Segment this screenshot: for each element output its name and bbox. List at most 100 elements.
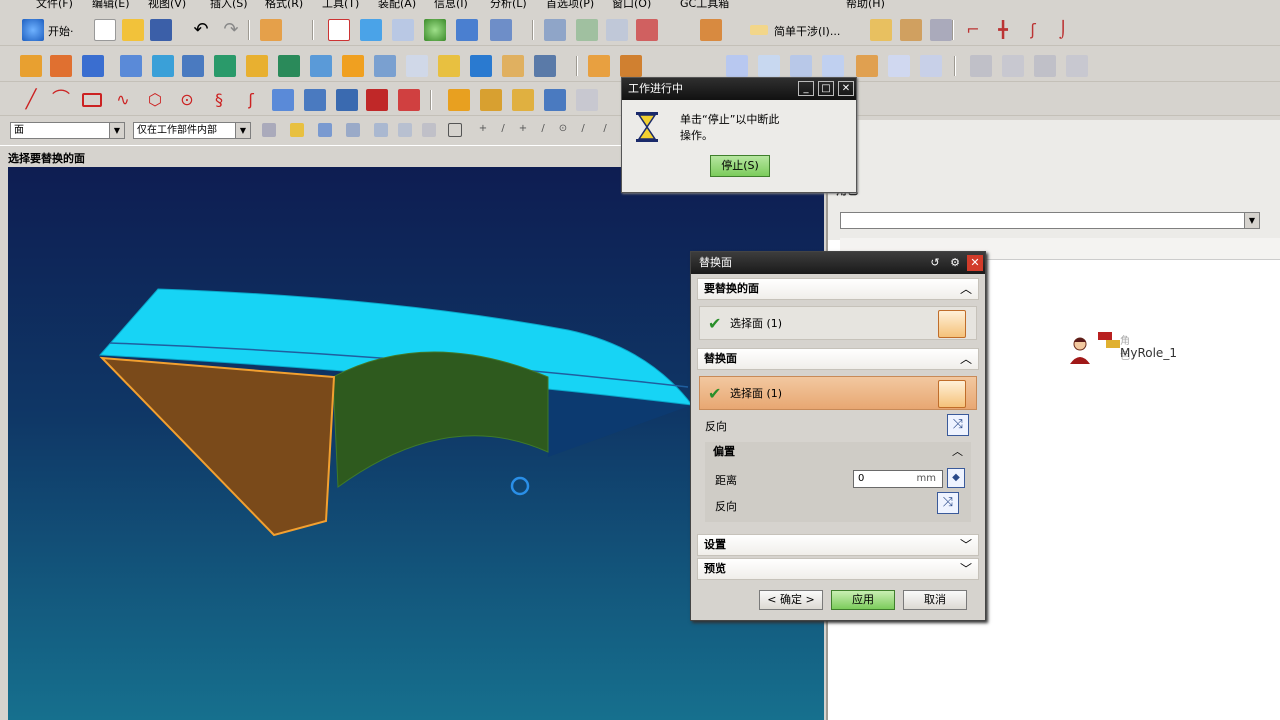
role-category-dropdown[interactable]: ▼ [840, 212, 1260, 229]
table-icon[interactable] [1066, 55, 1088, 77]
stop-button[interactable]: 停止(S) [710, 155, 770, 177]
combined-projection-icon[interactable] [304, 89, 326, 111]
snap-icon[interactable] [262, 123, 276, 137]
select-intent-icon[interactable] [374, 123, 388, 137]
check-icon[interactable] [930, 19, 952, 41]
settings-section[interactable]: 设置 ﹀ [697, 534, 979, 556]
subtract-icon[interactable] [342, 55, 364, 77]
apply-button[interactable]: 应用 [831, 590, 895, 610]
dimension-icon[interactable] [1034, 55, 1056, 77]
cancel-button[interactable]: 取消 [903, 590, 967, 610]
start-button[interactable]: 开始· [48, 23, 74, 39]
component-icon[interactable] [606, 19, 628, 41]
menu-preferences[interactable]: 首选项(P) [546, 0, 594, 11]
shaded-view-icon[interactable] [360, 19, 382, 41]
hole-icon[interactable] [120, 55, 142, 77]
fillet-curve-icon[interactable]: ʃ [240, 89, 262, 111]
face-select-icon[interactable] [938, 380, 966, 408]
deselect-icon[interactable] [422, 123, 436, 137]
menu-insert[interactable]: 插入(S) [210, 0, 248, 11]
menu-info[interactable]: 信息(I) [434, 0, 468, 11]
distance-input[interactable]: 0 mm [853, 470, 943, 488]
select-face-row-1[interactable]: ✔ 选择面 (1) [699, 306, 977, 340]
slot-icon[interactable] [246, 55, 268, 77]
draft-icon[interactable] [534, 55, 556, 77]
menu-view[interactable]: 视图(V) [148, 0, 186, 11]
boss-icon[interactable] [152, 55, 174, 77]
surface-icon[interactable] [726, 55, 748, 77]
sweep-icon[interactable] [822, 55, 844, 77]
close-icon[interactable]: ✕ [838, 81, 854, 96]
layer-icon[interactable] [490, 19, 512, 41]
face-rule-icon[interactable] [346, 123, 360, 137]
section-curve-icon[interactable] [512, 89, 534, 111]
note-icon[interactable] [1002, 55, 1024, 77]
drafting-icon[interactable] [970, 55, 992, 77]
trim-body-icon[interactable] [406, 55, 428, 77]
selection-scope-dropdown[interactable]: 仅在工作部件内部 ▼ [133, 122, 251, 139]
n-sided-icon[interactable] [856, 55, 878, 77]
intersect-icon[interactable] [374, 55, 396, 77]
menu-tools[interactable]: 工具(T) [322, 0, 359, 11]
distance-spinner-icon[interactable]: ◆ [947, 468, 965, 488]
filter-icon[interactable] [290, 123, 304, 137]
wireframe-view-icon[interactable] [392, 19, 414, 41]
menu-file[interactable]: 文件(F) [36, 0, 73, 11]
multi-select-icon[interactable] [398, 123, 412, 137]
replacement-face[interactable] [332, 351, 549, 488]
preview-section[interactable]: 预览 ﹀ [697, 558, 979, 580]
curve-rule-icon[interactable] [318, 123, 332, 137]
pocket-icon[interactable] [182, 55, 204, 77]
curve-tool-icon[interactable]: ⌐ [962, 19, 984, 41]
menu-assembly[interactable]: 装配(A) [378, 0, 416, 11]
offset-group-header[interactable]: 偏置 ︿ [705, 442, 971, 462]
arc-icon[interactable]: ⌒ [50, 89, 72, 111]
reverse-direction-icon[interactable]: ⤨ [947, 414, 969, 436]
chamfer-icon[interactable] [470, 55, 492, 77]
line-icon[interactable]: ╱ [20, 89, 42, 111]
face-select-icon[interactable] [938, 310, 966, 338]
type-filter-dropdown[interactable]: 面 ▼ [10, 122, 125, 139]
project-curve-icon[interactable] [272, 89, 294, 111]
extract-curve-icon[interactable] [544, 89, 566, 111]
unite-icon[interactable] [310, 55, 332, 77]
point-on-curve-icon[interactable]: / [598, 123, 612, 137]
close-icon[interactable]: ✕ [967, 255, 983, 271]
sync-modeling-icon[interactable] [588, 55, 610, 77]
face-to-replace-section[interactable]: 要替换的面 ︿ [697, 278, 979, 300]
bridge-tool-icon[interactable]: ʃ [1022, 19, 1044, 41]
save-icon[interactable] [150, 19, 172, 41]
explode-icon[interactable] [636, 19, 658, 41]
through-curves-icon[interactable] [758, 55, 780, 77]
curve-on-surface-icon[interactable] [448, 89, 470, 111]
menu-gc-toolkit[interactable]: GC工具箱 [680, 0, 729, 11]
extend-icon[interactable] [920, 55, 942, 77]
spline-icon[interactable]: ∿ [112, 89, 134, 111]
menu-help[interactable]: 帮助(H) [846, 0, 885, 11]
polygon-icon[interactable]: ⬡ [144, 89, 166, 111]
ruler-icon[interactable] [870, 19, 892, 41]
box-select-icon[interactable] [448, 123, 462, 137]
select-face-row-2[interactable]: ✔ 选择面 (1) [699, 376, 977, 410]
new-file-icon[interactable] [94, 19, 116, 41]
redo-icon[interactable]: ↷ [220, 19, 242, 41]
measure-icon[interactable] [700, 19, 722, 41]
offset-surface-icon[interactable] [888, 55, 910, 77]
groove-icon[interactable] [278, 55, 300, 77]
part-nav-icon[interactable] [260, 19, 282, 41]
gear-icon[interactable]: ⚙ [947, 255, 963, 271]
ellipse-icon[interactable]: ⊙ [176, 89, 198, 111]
constraint-icon[interactable] [576, 19, 598, 41]
replacement-face-section[interactable]: 替换面 ︿ [697, 348, 979, 370]
face-to-replace[interactable] [99, 356, 336, 537]
mesh-icon[interactable] [790, 55, 812, 77]
intersection-snap-icon[interactable]: / [536, 123, 550, 137]
ok-button[interactable]: < 确定 > [759, 590, 823, 610]
assembly-icon[interactable] [544, 19, 566, 41]
offset-reverse-icon[interactable]: ⤨ [937, 492, 959, 514]
shell-icon[interactable] [502, 55, 524, 77]
isoparametric-icon[interactable] [480, 89, 502, 111]
intersect-tool-icon[interactable]: ╋ [992, 19, 1014, 41]
quadrant-snap-icon[interactable]: / [576, 123, 590, 137]
minimize-icon[interactable]: _ [798, 81, 814, 96]
